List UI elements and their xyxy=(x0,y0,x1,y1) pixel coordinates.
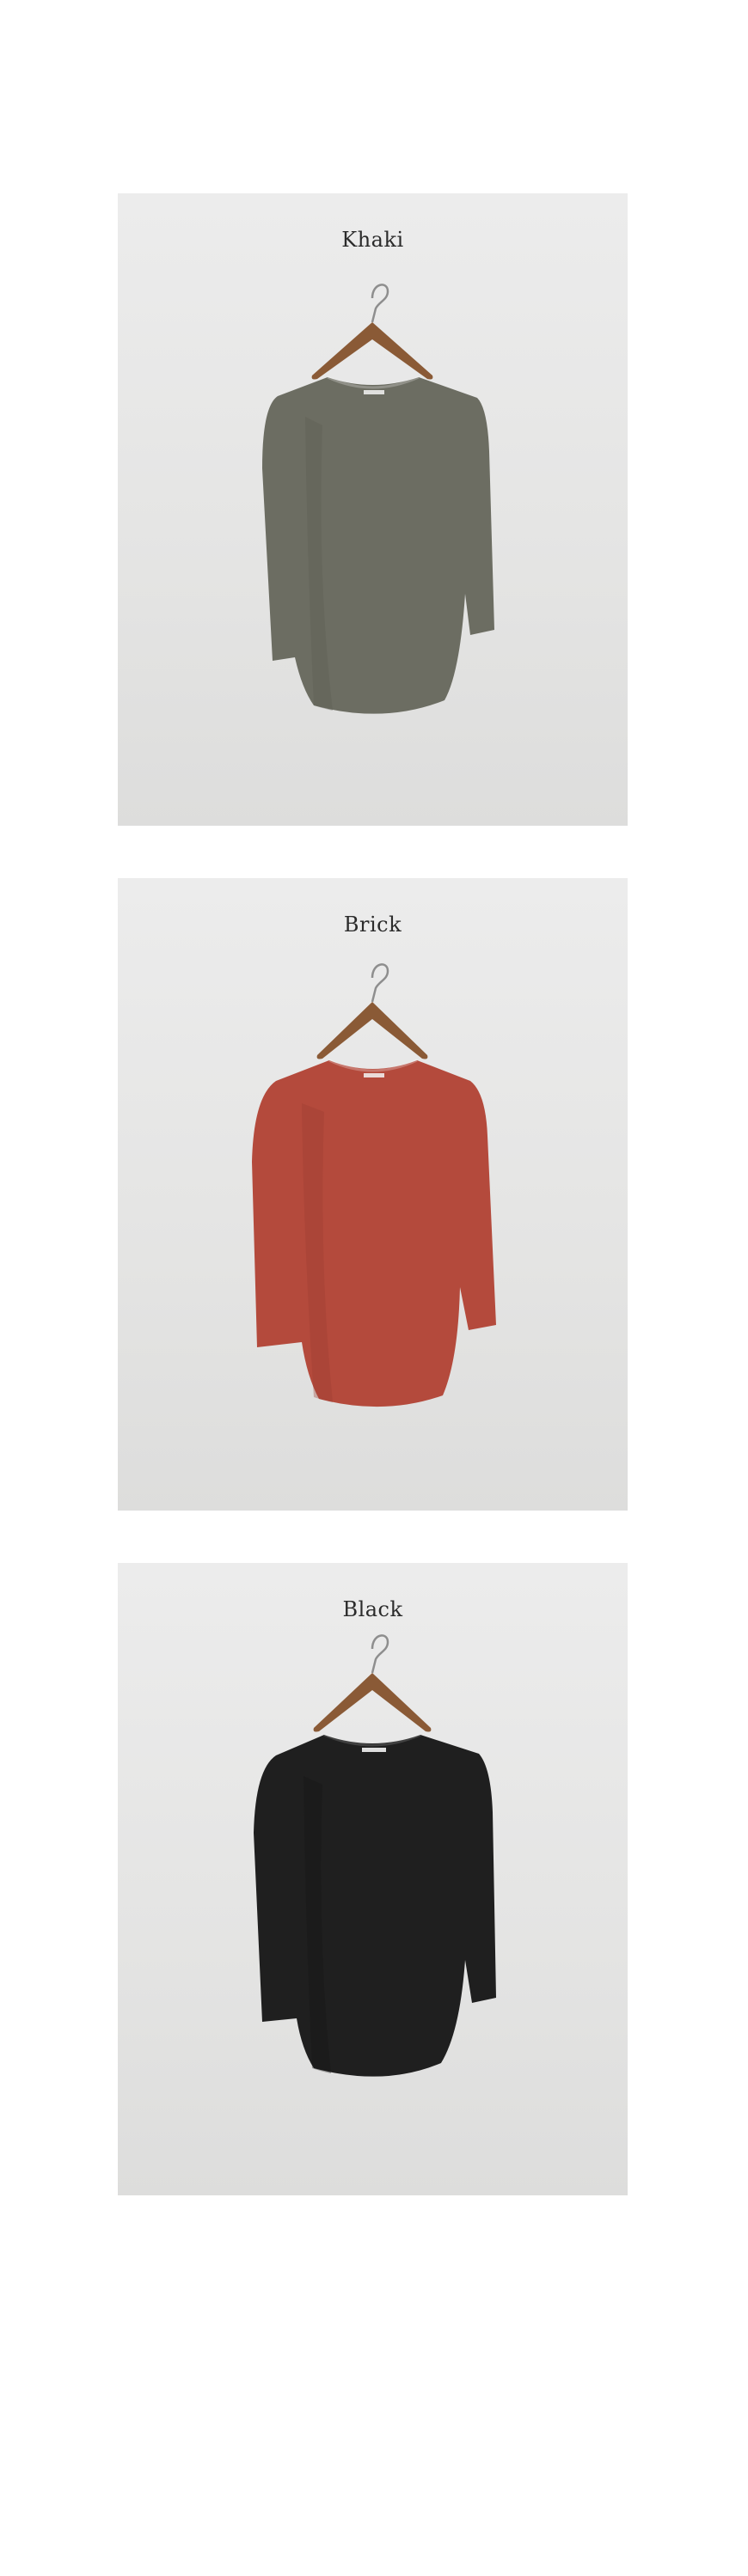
tshirt-body xyxy=(262,377,494,714)
product-photo-black: Black xyxy=(118,1563,628,2195)
hanger-wood xyxy=(316,1002,428,1059)
hanger-wood xyxy=(313,1673,432,1732)
tshirt-on-hanger xyxy=(254,1634,496,2077)
tshirt-on-hanger xyxy=(252,963,496,1407)
tshirt-on-hanger xyxy=(262,284,494,714)
hanger-hook xyxy=(371,1634,389,1674)
product-photo-brick: Brick xyxy=(118,878,628,1511)
product-photo-khaki: Khaki xyxy=(118,193,628,826)
tshirt-tag xyxy=(362,1748,386,1752)
tshirt-body xyxy=(252,1060,496,1407)
tshirt-body xyxy=(254,1735,496,2077)
tshirt-tag xyxy=(364,1073,384,1077)
hanger-hook xyxy=(371,963,389,1003)
hanger-hook xyxy=(371,284,389,323)
tshirt-tag xyxy=(364,390,384,394)
hanger-wood xyxy=(311,322,433,380)
